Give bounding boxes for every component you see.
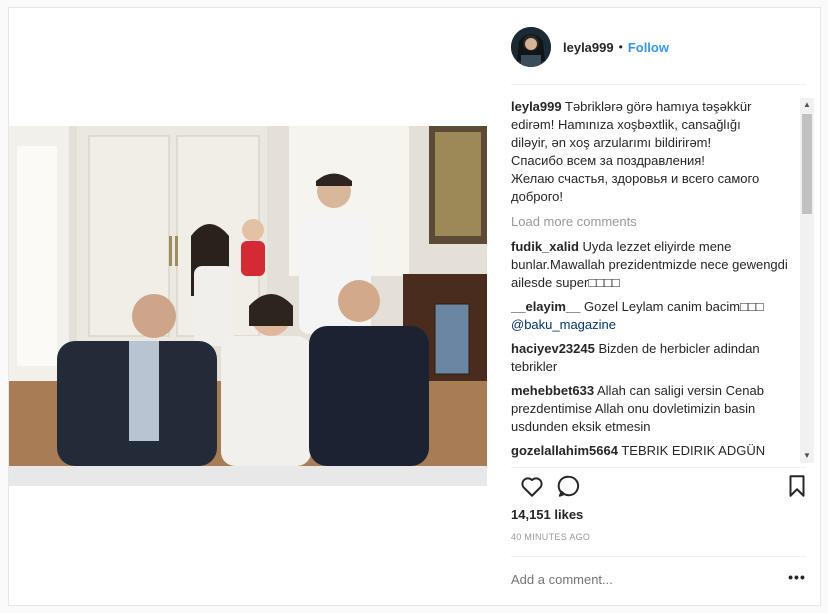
caption-username[interactable]: leyla999 bbox=[511, 99, 562, 114]
comment-username[interactable]: mehebbet633 bbox=[511, 383, 594, 398]
post-header: leyla999 • Follow bbox=[511, 26, 669, 68]
comments-scrollbar[interactable]: ▲ ▼ bbox=[800, 98, 814, 463]
comment-username[interactable]: __elayim__ bbox=[511, 299, 580, 314]
family-photo-illustration bbox=[9, 126, 487, 486]
header-separator: • bbox=[618, 40, 623, 54]
scroll-up-arrow-icon[interactable]: ▲ bbox=[800, 98, 814, 112]
caption: leyla999 Təbriklərə görə hamıya təşəkkür… bbox=[511, 98, 805, 206]
comment-item: mehebbet633 Allah can saligi versin Cena… bbox=[511, 382, 805, 436]
likes-count[interactable]: 14,151 likes bbox=[511, 507, 583, 522]
caption-line: edirəm! Hamınıza xoşbəxtlik, cansağlığı bbox=[511, 117, 741, 132]
post-timestamp[interactable]: 40 MINUTES AGO bbox=[511, 532, 590, 542]
comment-item: __elayim__ Gozel Leylam canim bacim□□□ @… bbox=[511, 298, 805, 334]
header-divider bbox=[511, 84, 806, 85]
comment-mention-link[interactable]: @baku_magazine bbox=[511, 316, 805, 334]
comments-list: leyla999 Təbriklərə görə hamıya təşəkkür… bbox=[511, 98, 805, 460]
comment-username[interactable]: haciyev23245 bbox=[511, 341, 595, 356]
scrollbar-thumb[interactable] bbox=[802, 114, 812, 214]
caption-line: Təbriklərə görə hamıya təşəkkür bbox=[565, 99, 752, 114]
header-username[interactable]: leyla999 bbox=[563, 40, 614, 55]
ellipsis-icon[interactable]: ••• bbox=[787, 569, 807, 587]
comment-text: TEBRIK EDIRIK ADGÜN bbox=[621, 443, 766, 458]
caption-line: доброго! bbox=[511, 189, 564, 204]
post-photo[interactable] bbox=[9, 126, 487, 486]
add-comment-input[interactable] bbox=[511, 570, 711, 588]
comment-text: Gozel Leylam canim bacim□□□ bbox=[584, 299, 764, 314]
footer-divider bbox=[511, 556, 806, 557]
action-bar bbox=[511, 473, 806, 499]
instagram-post: leyla999 • Follow leyla999 Təbriklərə gö… bbox=[8, 7, 821, 606]
caption-line: Спасибо всем за поздравления! bbox=[511, 153, 705, 168]
post-sidebar: leyla999 • Follow leyla999 Təbriklərə gö… bbox=[497, 8, 822, 607]
heart-icon[interactable] bbox=[519, 473, 545, 499]
avatar[interactable] bbox=[511, 27, 551, 67]
comments-divider bbox=[511, 467, 806, 468]
comment-username[interactable]: gozelallahim5664 bbox=[511, 443, 618, 458]
comment-item: haciyev23245 Bizden de herbicler adindan… bbox=[511, 340, 805, 376]
comment-item: gozelallahim5664 TEBRIK EDIRIK ADGÜN bbox=[511, 442, 805, 460]
bookmark-icon[interactable] bbox=[784, 473, 810, 499]
load-more-comments-button[interactable]: Load more comments bbox=[511, 213, 805, 231]
caption-line: Желаю счастья, здоровья и всего самого bbox=[511, 171, 760, 186]
scroll-down-arrow-icon[interactable]: ▼ bbox=[800, 449, 814, 463]
follow-button[interactable]: Follow bbox=[628, 40, 669, 55]
comment-item: fudik_xalid Uyda lezzet eliyirde mene bu… bbox=[511, 238, 805, 292]
caption-line: diləyir, ən xoş arzularımı bildirirəm! bbox=[511, 135, 712, 150]
comment-username[interactable]: fudik_xalid bbox=[511, 239, 579, 254]
comment-icon[interactable] bbox=[556, 473, 582, 499]
